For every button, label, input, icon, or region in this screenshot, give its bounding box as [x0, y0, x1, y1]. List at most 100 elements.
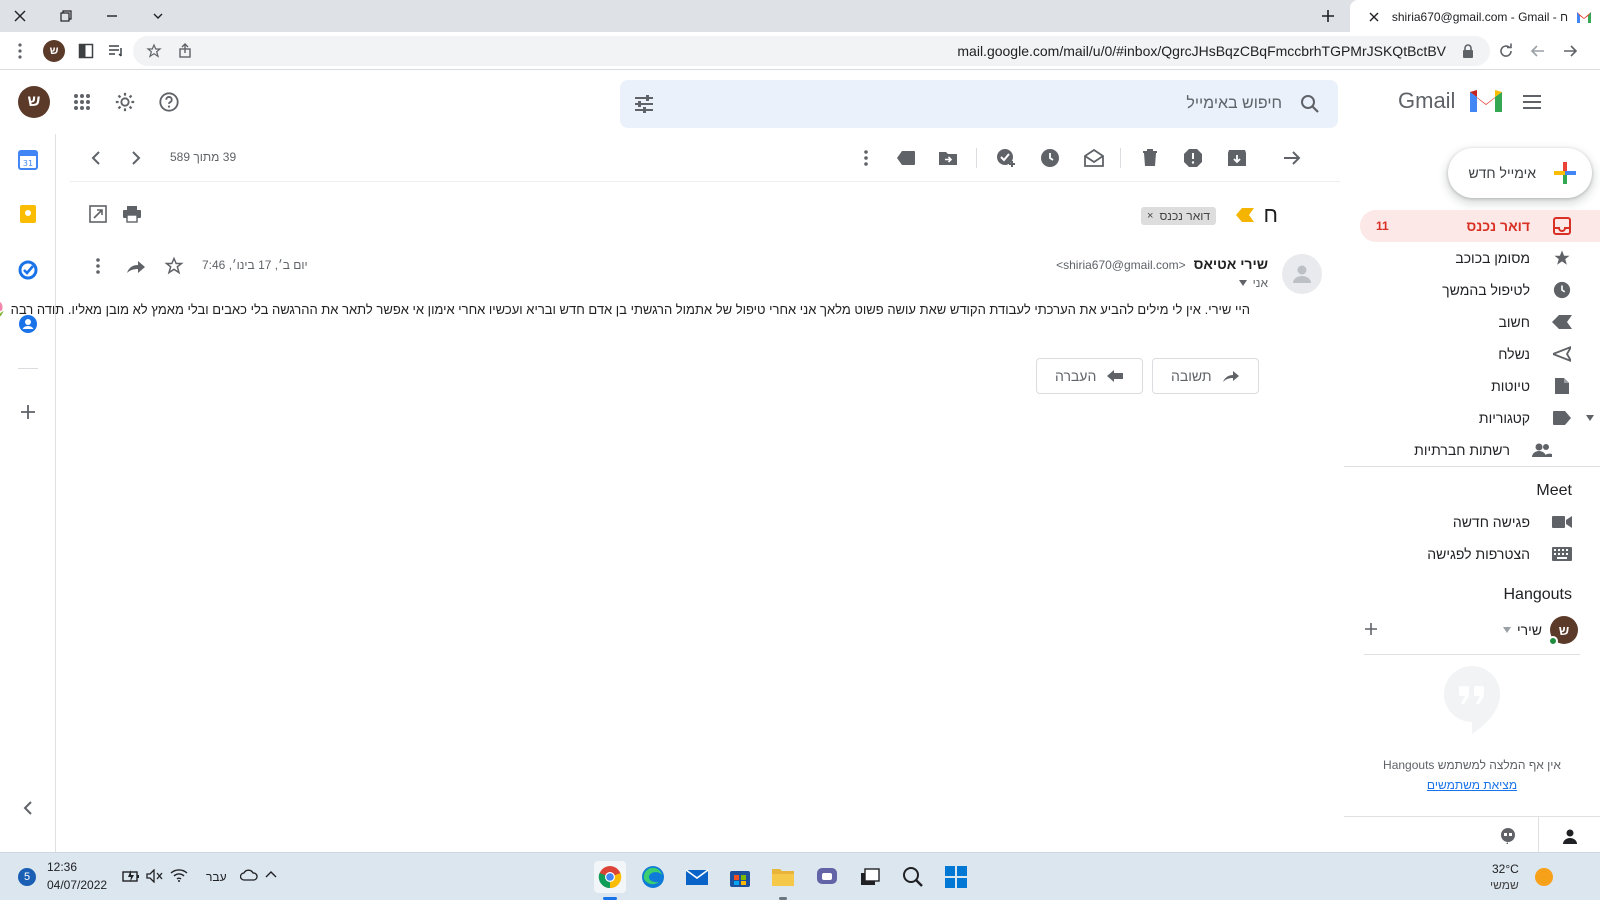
weather-temp[interactable]: 32°C: [1492, 862, 1519, 876]
collapse-panel-chevron-icon[interactable]: [14, 794, 42, 822]
clock-time[interactable]: 12:36: [47, 860, 77, 874]
compose-button[interactable]: אימייל חדש: [1448, 148, 1592, 198]
search-options-icon[interactable]: [624, 84, 664, 124]
mail-taskbar-icon[interactable]: [681, 861, 713, 893]
browser-menu-icon[interactable]: [8, 39, 32, 63]
account-avatar[interactable]: ש: [14, 82, 54, 122]
categories-expand-icon[interactable]: [1586, 415, 1594, 421]
calendar-icon[interactable]: 31: [14, 146, 42, 174]
back-to-inbox-arrow-icon[interactable]: [1280, 146, 1304, 170]
share-icon[interactable]: [173, 39, 197, 63]
keep-icon[interactable]: [14, 200, 42, 228]
nav-item-new-meeting[interactable]: פגישה חדשה: [1360, 506, 1600, 538]
archive-icon[interactable]: [1225, 146, 1249, 170]
svg-text:31: 31: [23, 159, 33, 168]
task-view-taskbar-icon[interactable]: [854, 861, 886, 893]
snooze-clock-icon[interactable]: [1038, 146, 1062, 170]
recipient-details-toggle[interactable]: אני: [1238, 276, 1268, 290]
search-icon[interactable]: [1290, 84, 1330, 124]
remove-label-icon[interactable]: ×: [1147, 210, 1153, 222]
online-status-dot: [1548, 636, 1558, 646]
browser-toolbar: ש mail.google.com/mail/u/0/#inbox/QgrcJH…: [0, 32, 1600, 70]
window-close-icon[interactable]: [8, 4, 32, 28]
notification-count-badge[interactable]: 5: [18, 868, 36, 886]
older-chevron-icon[interactable]: [124, 146, 148, 170]
nav-item-social[interactable]: רשתות חברתיות: [1360, 434, 1600, 466]
nav-item-starred[interactable]: מסומן בכוכב: [1360, 242, 1600, 274]
battery-charging-icon[interactable]: [122, 869, 140, 883]
nav-item-snoozed[interactable]: לטיפול בהמשך: [1360, 274, 1600, 306]
bookmark-star-icon[interactable]: [142, 39, 166, 63]
reading-list-icon[interactable]: [104, 39, 128, 63]
pager-text: 39 מתוך 589: [170, 150, 237, 164]
report-spam-icon[interactable]: [1181, 146, 1205, 170]
window-restore-icon[interactable]: [54, 4, 78, 28]
message-toolbar: 39 מתוך 589: [70, 134, 1340, 182]
back-arrow-icon[interactable]: [1526, 39, 1550, 63]
delete-trash-icon[interactable]: [1138, 146, 1162, 170]
reply-arrow-icon[interactable]: [124, 254, 148, 278]
add-addon-icon[interactable]: [14, 398, 42, 426]
reply-button[interactable]: תשובה: [1152, 358, 1259, 394]
windows-start-icon[interactable]: [940, 861, 972, 893]
more-actions-icon[interactable]: [854, 146, 878, 170]
main-menu-icon[interactable]: [1512, 82, 1552, 122]
mark-unread-icon[interactable]: [1082, 146, 1106, 170]
hangouts-status-toggle[interactable]: ש שירי: [1503, 616, 1578, 646]
nav-item-sent[interactable]: נשלח: [1360, 338, 1600, 370]
add-to-tasks-icon[interactable]: [994, 146, 1018, 170]
tab-search-chevron-icon[interactable]: [146, 4, 170, 28]
conversations-tab-quote-icon[interactable]: [1478, 817, 1538, 855]
edge-taskbar-icon[interactable]: [637, 861, 669, 893]
nav-item-categories[interactable]: קטגוריות: [1360, 402, 1600, 434]
sender-avatar[interactable]: [1282, 254, 1322, 294]
lock-icon[interactable]: [1456, 39, 1480, 63]
new-tab-icon[interactable]: [1316, 4, 1340, 28]
move-to-icon[interactable]: [936, 146, 960, 170]
search-input[interactable]: [722, 92, 1282, 116]
forward-arrow-icon[interactable]: [1558, 39, 1582, 63]
label-as-icon[interactable]: [894, 146, 918, 170]
find-people-link[interactable]: מציאת משתמשים: [1364, 778, 1580, 792]
gmail-logo-icon[interactable]: [1468, 86, 1504, 114]
apps-grid-icon[interactable]: [62, 82, 102, 122]
nav-item-important[interactable]: חשוב: [1360, 306, 1600, 338]
important-marker-icon[interactable]: [1236, 208, 1254, 222]
message-date: יום ב׳, 17 בינו׳, 7:46: [202, 258, 308, 272]
file-explorer-taskbar-icon[interactable]: [767, 861, 799, 893]
reload-icon[interactable]: [1494, 39, 1518, 63]
weather-desc[interactable]: שמשי: [1490, 878, 1519, 892]
tab-gmail[interactable]: shiria670@gmail.com - Gmail - ח: [1350, 0, 1600, 34]
show-hidden-icons-chevron-icon[interactable]: [265, 870, 277, 878]
hangouts-status-dropdown-icon[interactable]: [1503, 627, 1512, 633]
contacts-tab-person-icon[interactable]: [1538, 817, 1600, 855]
star-icon[interactable]: [162, 254, 186, 278]
help-icon[interactable]: [149, 82, 189, 122]
message-more-icon[interactable]: [86, 254, 110, 278]
newer-chevron-icon[interactable]: [84, 146, 108, 170]
new-conversation-plus-icon[interactable]: [1364, 622, 1378, 636]
address-bar[interactable]: mail.google.com/mail/u/0/#inbox/QgrcJHsB…: [133, 36, 1490, 66]
volume-muted-icon[interactable]: [146, 869, 164, 883]
search-taskbar-icon[interactable]: [897, 861, 929, 893]
store-taskbar-icon[interactable]: [724, 861, 756, 893]
side-panel-icon[interactable]: [74, 39, 98, 63]
nav-item-drafts[interactable]: טיוטות: [1360, 370, 1600, 402]
nav-item-join-meeting[interactable]: הצטרפות לפגישה: [1360, 538, 1600, 570]
onedrive-cloud-icon[interactable]: [240, 869, 258, 881]
weather-sun-icon[interactable]: [1534, 867, 1554, 887]
clock-date[interactable]: 04/07/2022: [47, 878, 107, 892]
wifi-icon[interactable]: [170, 868, 188, 882]
tab-close-icon[interactable]: [1366, 9, 1382, 25]
teams-chat-taskbar-icon[interactable]: [811, 861, 843, 893]
forward-button[interactable]: העברה: [1036, 358, 1144, 394]
chrome-taskbar-icon[interactable]: [594, 861, 626, 893]
tasks-icon[interactable]: [14, 256, 42, 284]
input-language[interactable]: עבר: [206, 870, 227, 884]
window-minimize-icon[interactable]: [100, 4, 124, 28]
settings-gear-icon[interactable]: [105, 82, 145, 122]
nav-item-inbox[interactable]: דואר נכנס 11: [1360, 210, 1600, 242]
sender-name[interactable]: שירי אטיאס: [1194, 256, 1268, 272]
browser-profile-avatar[interactable]: ש: [42, 39, 66, 63]
recipient-dropdown-icon[interactable]: [1238, 280, 1247, 286]
